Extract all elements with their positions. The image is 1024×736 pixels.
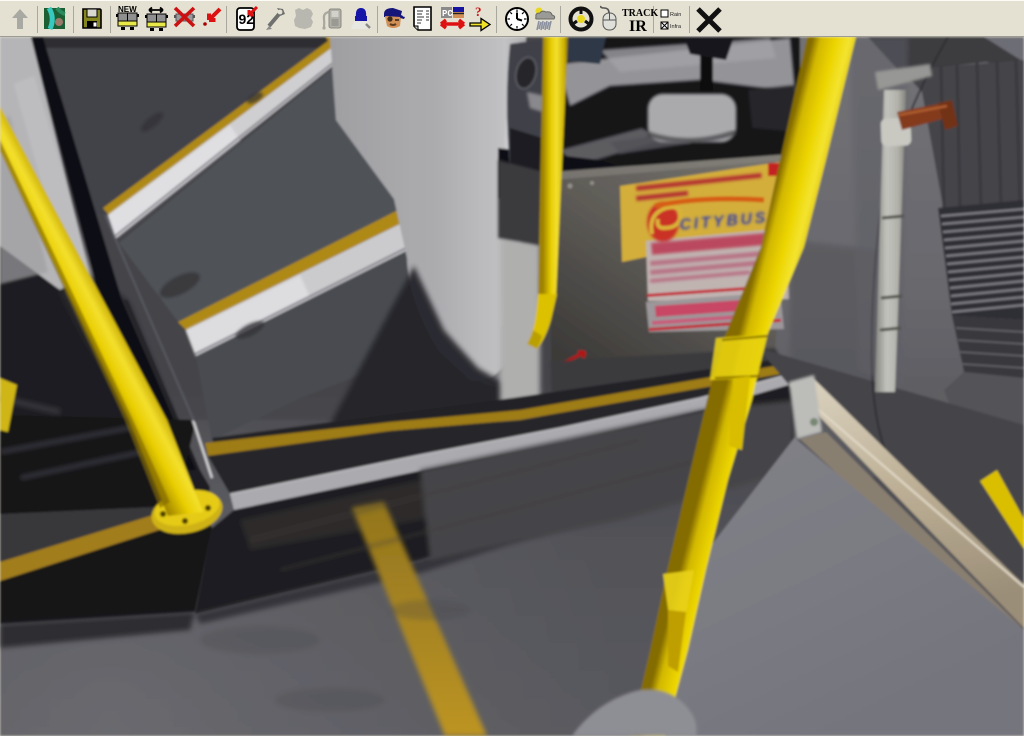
svg-text:?: ? xyxy=(475,4,482,19)
svg-text:Infra: Infra xyxy=(670,24,682,30)
svg-text:PC: PC xyxy=(442,9,453,19)
svg-text:Rain: Rain xyxy=(670,12,681,18)
svg-text:IR: IR xyxy=(629,18,647,35)
